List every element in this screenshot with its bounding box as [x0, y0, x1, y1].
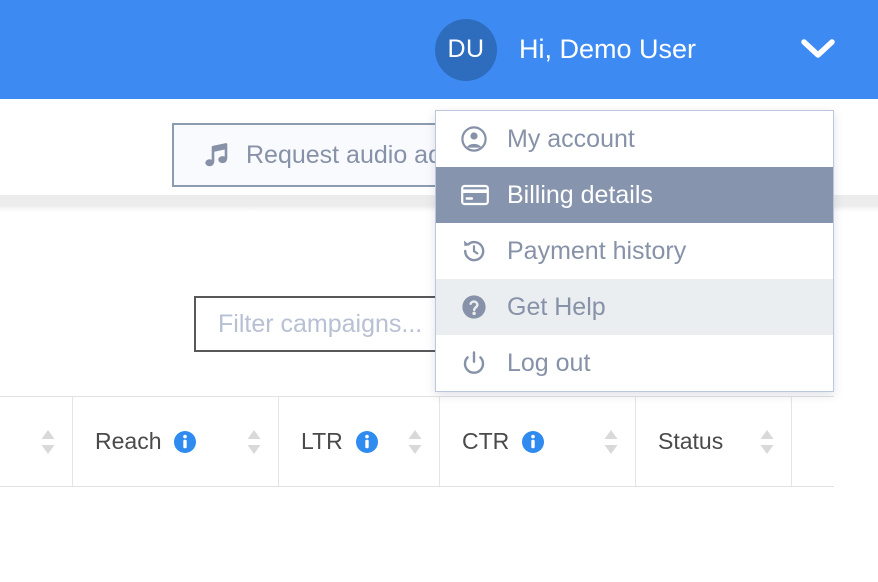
column-label: LTR [301, 428, 343, 454]
table-column-header-reach[interactable]: Reach [73, 397, 279, 486]
table-column-header-ltr[interactable]: LTR [279, 397, 440, 486]
menu-item-label: Payment history [507, 236, 687, 265]
account-dropdown-menu: My account Billing details Payment histo… [435, 110, 834, 392]
user-menu-trigger[interactable]: DU Hi, Demo User [435, 17, 696, 82]
power-icon [461, 350, 495, 376]
avatar: DU [435, 18, 497, 81]
table-column-header-actions [792, 397, 834, 486]
column-label: Status [658, 428, 724, 454]
music-note-icon [204, 141, 230, 169]
menu-item-label: Get Help [507, 292, 606, 321]
filter-campaigns-placeholder: Filter campaigns... [218, 309, 423, 338]
menu-item-get-help[interactable]: Get Help [436, 279, 833, 335]
sort-arrows-icon[interactable] [405, 427, 425, 457]
chevron-down-icon[interactable] [800, 35, 836, 61]
menu-item-label: Log out [507, 348, 591, 377]
menu-item-label: Billing details [507, 180, 653, 209]
column-label: Reach [95, 428, 162, 454]
menu-item-billing-details[interactable]: Billing details [436, 167, 833, 223]
history-clock-icon [461, 238, 495, 264]
app-header: DU Hi, Demo User [0, 0, 878, 99]
user-circle-icon [461, 126, 495, 152]
sort-arrows-icon[interactable] [244, 427, 264, 457]
info-icon[interactable] [522, 430, 545, 453]
greeting-text: Hi, Demo User [519, 34, 697, 64]
info-icon[interactable] [174, 430, 197, 453]
question-mark-icon [461, 294, 495, 320]
column-label: CTR [462, 428, 510, 454]
menu-item-payment-history[interactable]: Payment history [436, 223, 833, 279]
sort-arrows-icon[interactable] [601, 427, 621, 457]
request-audio-ad-label: Request audio ad [246, 140, 442, 169]
sort-arrows-icon[interactable] [757, 427, 777, 457]
table-column-header[interactable] [0, 397, 73, 486]
avatar-initials: DU [447, 35, 485, 63]
menu-item-label: My account [507, 124, 635, 153]
menu-item-my-account[interactable]: My account [436, 111, 833, 167]
table-column-header-ctr[interactable]: CTR [440, 397, 636, 486]
table-column-header-status[interactable]: Status [636, 397, 792, 486]
sort-arrows-icon[interactable] [38, 427, 58, 457]
info-icon[interactable] [355, 430, 378, 453]
credit-card-icon [461, 184, 495, 206]
menu-item-log-out[interactable]: Log out [436, 335, 833, 391]
campaigns-table-header: Reach LTR CTR Status [0, 396, 834, 487]
